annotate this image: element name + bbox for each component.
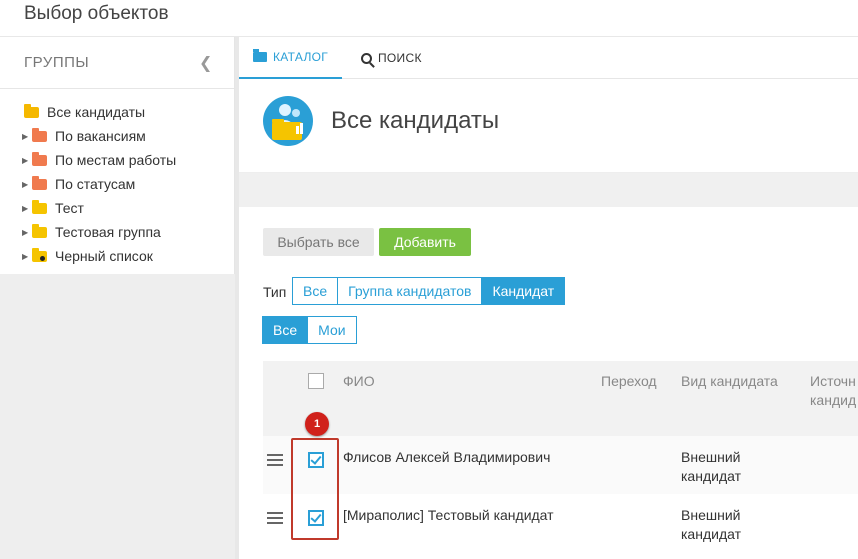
table-row[interactable]: [Мираполис] Тестовый кандидат Внешний ка… [263,494,858,552]
owner-option-mine[interactable]: Мои [307,316,357,344]
tab-bar: КАТАЛОГ ПОИСК [239,37,858,79]
candidate-kind-line2: кандидат [681,468,741,484]
table-row[interactable]: Флисов Алексей Владимирович Внешний канд… [263,436,858,494]
candidate-name[interactable]: [Мираполис] Тестовый кандидат [343,506,554,525]
type-option-group[interactable]: Группа кандидатов [337,277,483,305]
tree-item-label: Тестовая группа [55,224,161,240]
column-header-transition[interactable]: Переход [601,372,657,391]
type-option-all[interactable]: Все [292,277,339,305]
tree-item-test[interactable]: ▶ Тест [0,196,234,220]
chevron-left-icon[interactable]: ❮ [199,53,212,73]
blacklist-folder-icon [32,247,47,262]
type-option-candidate[interactable]: Кандидат [481,277,566,305]
expand-arrow-icon[interactable]: ▶ [22,204,32,213]
annotation-badge: 1 [305,412,329,436]
toolbar-band [239,173,858,207]
type-filter-label: Тип [263,284,287,300]
expand-arrow-icon[interactable]: ▶ [22,252,32,261]
owner-filter: Все Мои [262,316,357,344]
expand-arrow-icon[interactable]: ▶ [22,156,32,165]
candidates-table: ФИО Переход Вид кандидата Источн кандид … [263,361,858,552]
main-panel: КАТАЛОГ ПОИСК Все кандидаты Выбрать все … [239,37,858,559]
expand-arrow-icon[interactable]: ▶ [22,180,32,189]
select-all-button[interactable]: Выбрать все [263,228,374,256]
drag-handle-icon[interactable] [267,454,283,466]
select-all-checkbox[interactable] [308,373,324,389]
folder-icon [253,49,267,62]
tree-item-test-group[interactable]: ▶ Тестовая группа [0,220,234,244]
folder-icon [32,199,47,214]
owner-option-all[interactable]: Все [262,316,309,344]
candidate-kind: Внешний [681,507,741,523]
type-filter: Все Группа кандидатов Кандидат [292,277,566,305]
column-header-name[interactable]: ФИО [343,372,375,391]
tree-item-label: По местам работы [55,152,177,168]
folder-icon [32,151,47,166]
tree-item-label: По статусам [55,176,136,192]
candidate-kind: Внешний [681,449,741,465]
tree-item-label: По вакансиям [55,128,146,144]
window-titlebar: Выбор объектов [0,0,858,37]
group-tree: Все кандидаты ▶ По вакансиям ▶ По местам… [0,89,234,268]
window-title: Выбор объектов [24,3,169,24]
tab-label: ПОИСК [378,51,422,65]
tree-item-label: Все кандидаты [47,104,146,120]
folder-open-icon [24,103,39,118]
add-button[interactable]: Добавить [379,228,471,256]
page-title: Все кандидаты [331,107,500,134]
tab-catalog[interactable]: КАТАЛОГ [239,37,342,79]
search-icon [361,52,372,64]
tree-item-by-statuses[interactable]: ▶ По статусам [0,172,234,196]
tab-label: КАТАЛОГ [273,50,329,64]
groups-panel: ГРУППЫ ❮ Все кандидаты ▶ По вакансиям ▶ … [0,37,235,274]
drag-handle-icon[interactable] [267,512,283,524]
folder-icon [32,223,47,238]
column-header-kind[interactable]: Вид кандидата [681,372,778,391]
folder-icon [32,175,47,190]
row-checkbox[interactable] [308,510,324,526]
tree-item-blacklist[interactable]: ▶ Черный список [0,244,234,268]
page-header: Все кандидаты [239,80,858,173]
tree-item-by-vacancies[interactable]: ▶ По вакансиям [0,124,234,148]
tab-search[interactable]: ПОИСК [361,37,422,79]
table-header: ФИО Переход Вид кандидата Источн кандид [263,361,858,436]
groups-header: ГРУППЫ ❮ [0,37,234,89]
candidate-name[interactable]: Флисов Алексей Владимирович [343,448,550,467]
folder-icon [32,127,47,142]
tree-item-by-workplaces[interactable]: ▶ По местам работы [0,148,234,172]
tree-item-all-candidates[interactable]: Все кандидаты [0,100,234,124]
candidate-kind-line2: кандидат [681,526,741,542]
sidebar: ГРУППЫ ❮ Все кандидаты ▶ По вакансиям ▶ … [0,37,235,559]
tree-item-label: Черный список [55,248,153,264]
expand-arrow-icon[interactable]: ▶ [22,132,32,141]
column-header-source[interactable]: Источн кандид [810,372,858,410]
expand-arrow-icon[interactable]: ▶ [22,228,32,237]
row-checkbox[interactable] [308,452,324,468]
groups-heading: ГРУППЫ [24,54,90,71]
tree-item-label: Тест [55,200,84,216]
candidates-folder-icon [263,96,313,146]
